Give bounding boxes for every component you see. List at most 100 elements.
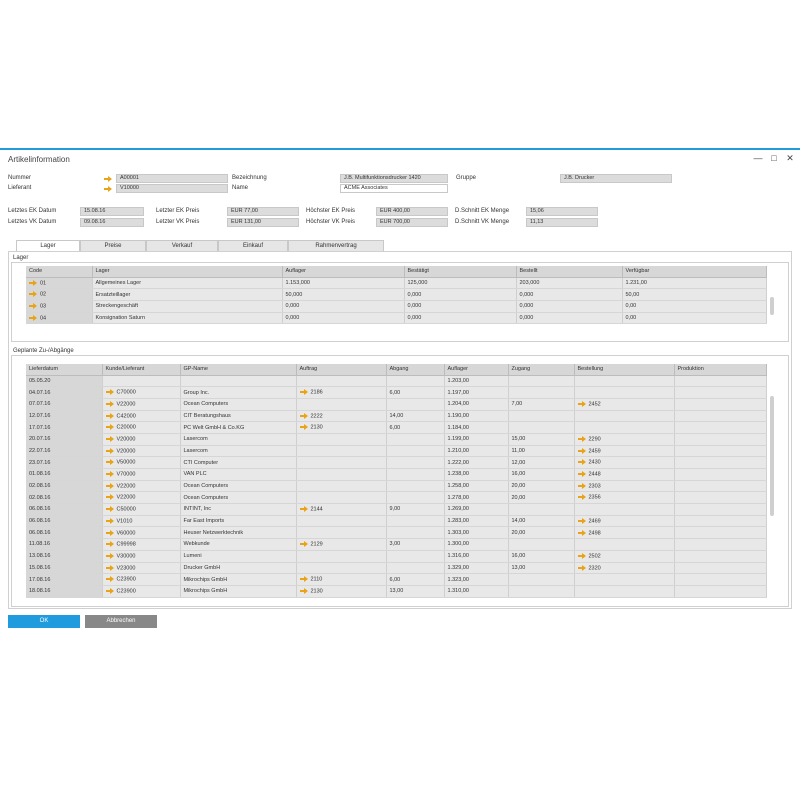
link-arrow-icon[interactable] (105, 517, 115, 524)
link-arrow-icon[interactable] (105, 482, 115, 489)
link-arrow-icon[interactable] (29, 314, 38, 321)
link-arrow-icon[interactable] (104, 176, 112, 182)
link-arrow-icon[interactable] (577, 564, 587, 571)
link-arrow-icon[interactable] (299, 541, 309, 548)
link-arrow-icon[interactable] (577, 552, 587, 559)
link-arrow-icon[interactable] (29, 279, 38, 286)
link-arrow-icon[interactable] (577, 459, 587, 466)
minimize-icon[interactable]: — (752, 153, 764, 163)
link-arrow-icon[interactable] (29, 291, 38, 298)
link-arrow-icon[interactable] (104, 186, 112, 192)
table-row[interactable]: 05.05.20 1.203,00 (26, 375, 767, 388)
link-arrow-icon[interactable] (105, 506, 115, 513)
link-arrow-icon[interactable] (105, 552, 115, 559)
table-row[interactable]: 03 Streckengeschäft 0,000 0,000 0,000 0,00 (26, 300, 767, 313)
table-row[interactable]: 15.08.16 V23000 Drucker GmbH 1.329,00 13,00 2… (26, 562, 767, 575)
link-arrow-icon[interactable] (299, 424, 309, 431)
cell-text: 2448 (588, 471, 601, 478)
link-arrow-icon[interactable] (105, 447, 115, 454)
link-arrow-icon[interactable] (105, 564, 115, 571)
table-row[interactable]: 02.08.16 V22000 Ocean Computers 1.258,00 20,… (26, 480, 767, 493)
link-arrow-icon[interactable] (105, 424, 115, 431)
column-header[interactable]: GP-Name (180, 364, 297, 376)
column-header[interactable]: Kunde/Lieferant (102, 364, 181, 376)
link-arrow-icon[interactable] (577, 482, 587, 489)
table-row[interactable]: 23.07.16 V50000 CTI Computer 1.222,00 12,00 2… (26, 456, 767, 469)
table-cell (574, 375, 675, 388)
table-cell: 3,00 (386, 538, 445, 551)
table-cell (386, 562, 445, 575)
link-arrow-icon[interactable] (105, 529, 115, 536)
link-arrow-icon[interactable] (299, 587, 309, 594)
link-arrow-icon[interactable] (29, 302, 38, 309)
column-header[interactable]: Code (26, 266, 93, 278)
link-arrow-icon[interactable] (105, 459, 115, 466)
column-header[interactable]: Auflager (444, 364, 509, 376)
link-arrow-icon[interactable] (105, 587, 115, 594)
table-row[interactable]: 12.07.16 C42000 CIT Beratungshaus 2222 14,00… (26, 410, 767, 423)
link-arrow-icon[interactable] (105, 541, 115, 548)
lieferant-field[interactable]: V10000 (116, 184, 228, 193)
table-row[interactable]: 11.08.16 C99998 Webkunde 2129 3,00 1.300,00 (26, 538, 767, 551)
table-row[interactable]: 22.07.16 V20000 Lasercom 1.210,00 11,00 2459 (26, 445, 767, 458)
column-header[interactable]: Abgang (386, 364, 445, 376)
link-arrow-icon[interactable] (105, 400, 115, 407)
column-header[interactable]: Zugang (508, 364, 575, 376)
column-header[interactable]: Produktion (674, 364, 767, 376)
column-header[interactable]: Auftrag (296, 364, 387, 376)
table-row[interactable]: 06.08.16 V60000 Heuser Netzwerktechnik 1.30… (26, 526, 767, 540)
table-row[interactable]: 13.08.16 V30000 Lumeni 1.316,00 16,00 2502 (26, 550, 767, 563)
link-arrow-icon[interactable] (105, 436, 115, 443)
ok-button[interactable]: OK (8, 615, 80, 628)
table-row[interactable]: 17.07.16 C20000 PC Welt GmbH & Co.KG 2130 6,… (26, 421, 767, 434)
link-arrow-icon[interactable] (577, 494, 587, 501)
table-row[interactable]: 02.08.16 V22000 Ocean Computers 1.278,00 20,… (26, 491, 767, 505)
table-row[interactable]: 04 Konsignation Saturn 0,000 0,000 0,000 0,00 (26, 312, 767, 325)
column-header[interactable]: Bestätigt (404, 266, 517, 278)
link-arrow-icon[interactable] (105, 412, 115, 419)
table-row[interactable]: 06.08.16 V1010 Far East Imports 1.283,00 14,… (26, 515, 767, 528)
table-row[interactable]: 06.08.16 C50000 INTINT, Inc 2144 9,00 1.269,0… (26, 503, 767, 516)
cancel-button[interactable]: Abbrechen (85, 615, 157, 628)
bezeichnung-field[interactable]: J.B. Multifunktionsdrucker 1420 (340, 174, 448, 183)
table-row[interactable]: 01.08.16 V70000 VAN PLC 1.238,00 16,00 2448 (26, 468, 767, 481)
close-icon[interactable]: ✕ (784, 153, 796, 164)
link-arrow-icon[interactable] (577, 436, 587, 443)
link-arrow-icon[interactable] (299, 576, 309, 583)
link-arrow-icon[interactable] (105, 494, 115, 501)
link-arrow-icon[interactable] (299, 412, 309, 419)
table-cell (508, 585, 575, 598)
table-row[interactable]: 01 Allgemeines Lager 1.153,000 125,000 203,0… (26, 277, 767, 290)
table-row[interactable]: 17.08.16 C23900 Mikrochips GmbH 2110 6,00 1.3… (26, 573, 767, 586)
column-header[interactable]: Verfügbar (622, 266, 767, 278)
name-field[interactable]: ACME Associates (340, 184, 448, 193)
link-arrow-icon[interactable] (105, 576, 115, 583)
gruppe-field[interactable]: J.B. Drucker (560, 174, 672, 183)
table-cell (508, 421, 575, 434)
link-arrow-icon[interactable] (577, 400, 587, 407)
table-row[interactable]: 04.07.16 C70000 Group Inc. 2186 6,00 1.197,00 (26, 386, 767, 399)
table-row[interactable]: 20.07.16 V20000 Lasercom 1.199,00 15,00 2290 (26, 433, 767, 446)
column-header[interactable]: Bestellt (516, 266, 623, 278)
nummer-field[interactable]: A00001 (116, 174, 228, 183)
table-cell: V23000 (102, 562, 181, 575)
column-header[interactable]: Lager (92, 266, 283, 278)
link-arrow-icon[interactable] (105, 389, 115, 396)
link-arrow-icon[interactable] (577, 447, 587, 454)
maximize-icon[interactable]: □ (768, 153, 780, 163)
lager-scrollbar[interactable] (770, 297, 774, 315)
link-arrow-icon[interactable] (577, 471, 587, 478)
table-cell: 2448 (574, 468, 675, 481)
column-header[interactable]: Auflager (282, 266, 405, 278)
column-header[interactable]: Bestellung (574, 364, 675, 376)
link-arrow-icon[interactable] (577, 517, 587, 524)
link-arrow-icon[interactable] (299, 389, 309, 396)
table-row[interactable]: 02 Ersatzteillager 50,000 0,000 0,000 50,00 (26, 288, 767, 301)
link-arrow-icon[interactable] (299, 506, 309, 513)
link-arrow-icon[interactable] (577, 529, 587, 536)
link-arrow-icon[interactable] (105, 471, 115, 478)
geplant-scrollbar[interactable] (770, 396, 774, 516)
table-row[interactable]: 07.07.16 V22000 Ocean Computers 1.204,00 7,0… (26, 398, 767, 411)
column-header[interactable]: Lieferdatum (26, 364, 103, 376)
table-row[interactable]: 18.08.16 C23900 Mikrochips GmbH 2130 13,00 1.… (26, 585, 767, 598)
